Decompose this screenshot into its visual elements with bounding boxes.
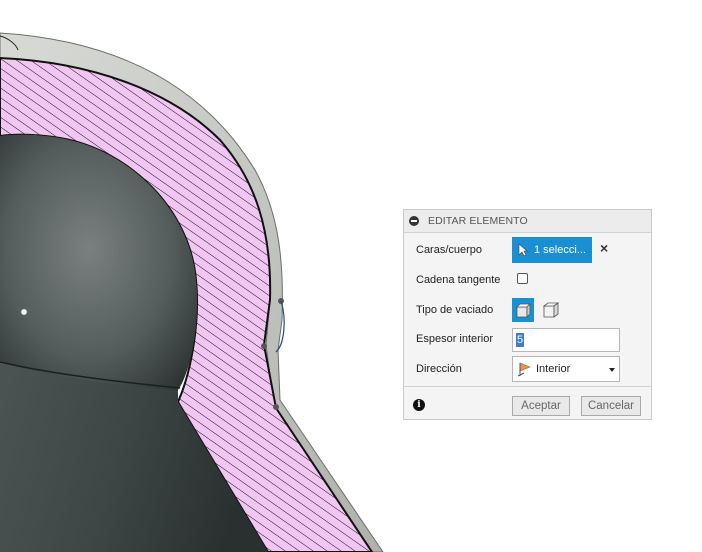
panel-footer: i Aceptar Cancelar: [404, 386, 651, 421]
inner-thickness-value: 5: [516, 333, 525, 347]
tangent-chain-label: Cadena tangente: [416, 274, 501, 286]
inner-thickness-label: Espesor interior: [416, 333, 494, 345]
faces-select-button[interactable]: 1 selecci...: [512, 237, 592, 263]
chevron-down-icon: [609, 368, 615, 372]
row-faces: Caras/cuerpo 1 selecci... ×: [404, 235, 651, 265]
ok-button[interactable]: Aceptar: [512, 396, 570, 416]
hollow-type-surface-button[interactable]: [541, 300, 561, 320]
edit-feature-panel: EDITAR ELEMENTO Caras/cuerpo 1 selecci..…: [403, 209, 652, 420]
sketch-point[interactable]: [261, 343, 267, 349]
row-hollow-type: Tipo de vaciado: [404, 295, 651, 325]
sketch-point[interactable]: [20, 308, 28, 316]
faces-selection-count: 1 selecci...: [534, 244, 586, 256]
hollow-type-label: Tipo de vaciado: [416, 304, 494, 316]
row-tangent-chain: Cadena tangente: [404, 265, 651, 295]
faces-label: Caras/cuerpo: [416, 244, 483, 256]
direction-label: Dirección: [416, 363, 462, 375]
direction-dropdown[interactable]: Interior: [512, 356, 620, 382]
panel-title: EDITAR ELEMENTO: [428, 215, 528, 227]
direction-inside-icon: [517, 362, 531, 377]
collapse-icon[interactable]: [409, 216, 419, 226]
surface-shell-icon: [542, 302, 560, 318]
solid-shell-icon: [516, 303, 531, 318]
cancel-button[interactable]: Cancelar: [581, 396, 641, 416]
sketch-point[interactable]: [273, 404, 279, 410]
hollow-type-solid-button[interactable]: [512, 298, 534, 322]
inner-thickness-input[interactable]: 5: [512, 328, 620, 352]
cursor-arrow-icon: [518, 243, 528, 257]
row-inner-thickness: Espesor interior 5: [404, 324, 651, 354]
tangent-chain-checkbox[interactable]: [517, 273, 528, 284]
panel-header: EDITAR ELEMENTO: [404, 210, 651, 233]
row-direction: Dirección Interior: [404, 354, 651, 384]
info-icon[interactable]: i: [413, 399, 425, 411]
close-icon[interactable]: ×: [600, 241, 612, 255]
direction-value: Interior: [536, 363, 571, 375]
